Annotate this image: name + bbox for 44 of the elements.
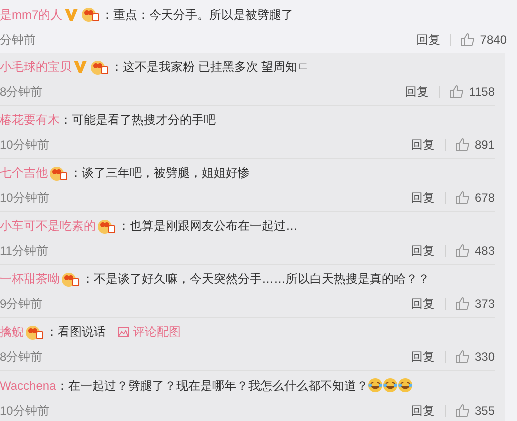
thumbs-up-icon <box>456 297 470 311</box>
like-button[interactable]: 678 <box>456 191 495 205</box>
like-button[interactable]: 891 <box>456 138 495 152</box>
timestamp: 分钟前 <box>0 32 36 46</box>
thumbs-up-icon <box>456 138 470 152</box>
like-button[interactable]: 1158 <box>450 85 495 99</box>
comment-text: ：可能是看了热搜才分的手吧 <box>60 112 216 128</box>
like-button[interactable]: 483 <box>456 244 495 258</box>
thumbs-up-icon <box>456 191 470 205</box>
image-icon <box>118 327 129 337</box>
reply-button[interactable]: 回复 <box>410 244 435 258</box>
reply-button[interactable]: 回复 <box>405 85 430 99</box>
thumbs-up-icon <box>456 350 470 364</box>
reply-button[interactable]: 回复 <box>410 297 435 311</box>
reply-button[interactable]: 回复 <box>410 350 435 364</box>
like-button[interactable]: 330 <box>456 350 495 364</box>
comment-text: ：不是谈了好久嘛，今天突然分手……所以白天热搜是真的哈？？ <box>82 271 430 287</box>
comment-text: ：在一起过？劈腿了？现在是哪年？我怎么什么都不知道？ <box>56 378 368 394</box>
laughing-crying-emoji-icon <box>383 378 398 393</box>
like-button[interactable]: 373 <box>456 297 495 311</box>
timestamp: 10分钟前 <box>0 404 50 418</box>
like-button[interactable]: 7840 <box>461 32 507 46</box>
reply-button[interactable]: 回复 <box>416 32 440 46</box>
thumbs-up-icon <box>461 32 476 46</box>
laughing-crying-emoji-icon <box>398 378 414 393</box>
comment-text: ：这不是我家粉 已挂黑多次 望周知ㄷ <box>111 59 310 75</box>
like-button[interactable]: 355 <box>456 404 495 418</box>
timestamp: 8分钟前 <box>0 85 43 99</box>
reply-button[interactable]: 回复 <box>410 404 435 418</box>
timestamp: 8分钟前 <box>0 350 43 364</box>
reply-button[interactable]: 回复 <box>410 191 435 205</box>
comment-text: ：看图说话 <box>46 324 106 340</box>
thumbs-up-icon <box>456 244 470 258</box>
comment-text: ：重点：今天分手。所以是被劈腿了 <box>102 6 294 22</box>
reply-button[interactable]: 回复 <box>410 138 435 152</box>
timestamp: 9分钟前 <box>0 297 43 311</box>
timestamp: 10分钟前 <box>0 191 50 205</box>
thumbs-up-icon <box>456 404 470 418</box>
thumbs-up-icon <box>450 85 464 99</box>
timestamp: 10分钟前 <box>0 138 50 152</box>
comment-text: ：也算是刚跟网友公布在一起过… <box>118 218 298 234</box>
timestamp: 11分钟前 <box>0 244 48 258</box>
laughing-crying-emoji-icon <box>368 378 384 393</box>
comment-text: ：谈了三年吧，被劈腿，姐姐好惨 <box>70 165 250 181</box>
